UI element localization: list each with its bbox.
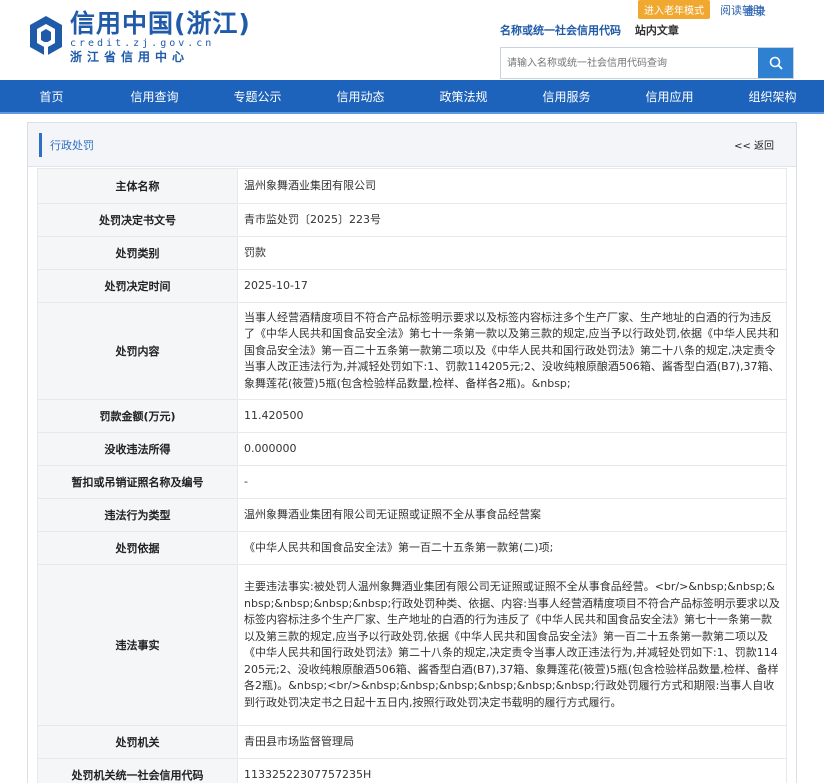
search-scope-links: 名称或统一社会信用代码 站内文章 (500, 22, 679, 38)
search-scope-site-article[interactable]: 站内文章 (635, 24, 679, 37)
table-row: 处罚内容 当事人经营酒精度项目不符合产品标签明示要求以及标签内容标注多个生产厂家… (37, 302, 787, 400)
logo-center-name: 浙江省信用中心 (70, 50, 190, 64)
nav-organization[interactable]: 组织架构 (721, 80, 824, 112)
table-row: 违法行为类型 温州象舞酒业集团有限公司无证照或证照不全从事食品经营案 (37, 498, 787, 532)
table-row: 主体名称 温州象舞酒业集团有限公司 (37, 168, 787, 204)
main-nav: 首页 信用查询 专题公示 信用动态 政策法规 信用服务 信用应用 组织架构 (0, 80, 824, 114)
panel-header: 行政处罚 << 返回 (28, 123, 796, 167)
row-value: 11.420500 (237, 399, 787, 433)
row-value: 11332522307757235H (237, 758, 787, 783)
row-label: 处罚决定时间 (37, 269, 238, 303)
row-label: 处罚机关统一社会信用代码 (37, 758, 238, 783)
row-value: 《中华人民共和国食品安全法》第一百二十五条第一款第(二)项; (237, 531, 787, 565)
penalty-detail-table: 主体名称 温州象舞酒业集团有限公司 处罚决定书文号 青市监处罚〔2025〕223… (37, 168, 787, 783)
top-links: 进入老年模式 阅读辅助 登录 (638, 0, 766, 19)
table-row: 处罚依据 《中华人民共和国食品安全法》第一百二十五条第一款第(二)项; (37, 531, 787, 565)
row-label: 违法事实 (37, 564, 238, 726)
nav-credit-news[interactable]: 信用动态 (309, 80, 412, 112)
logo-domain: credit.zj.gov.cn (70, 38, 215, 49)
search-input[interactable] (501, 48, 758, 78)
nav-special-notice[interactable]: 专题公示 (206, 80, 309, 112)
search-icon (769, 56, 783, 70)
table-row: 处罚机关统一社会信用代码 11332522307757235H (37, 758, 787, 783)
nav-home[interactable]: 首页 (0, 80, 103, 112)
table-row: 暂扣或吊销证照名称及编号 - (37, 465, 787, 499)
row-value: 当事人经营酒精度项目不符合产品标签明示要求以及标签内容标注多个生产厂家、生产地址… (237, 302, 787, 400)
row-value: 青市监处罚〔2025〕223号 (237, 203, 787, 237)
table-row: 没收违法所得 0.000000 (37, 432, 787, 466)
table-row: 处罚决定时间 2025-10-17 (37, 269, 787, 303)
row-label: 处罚内容 (37, 302, 238, 400)
nav-credit-service[interactable]: 信用服务 (515, 80, 618, 112)
table-row: 罚款金额(万元) 11.420500 (37, 399, 787, 433)
search-box (500, 47, 794, 79)
row-value: 青田县市场监督管理局 (237, 725, 787, 759)
row-value: 0.000000 (237, 432, 787, 466)
table-row: 处罚机关 青田县市场监督管理局 (37, 725, 787, 759)
row-label: 主体名称 (37, 168, 238, 204)
table-row: 违法事实 主要违法事实:被处罚人温州象舞酒业集团有限公司无证照或证照不全从事食品… (37, 564, 787, 726)
row-label: 罚款金额(万元) (37, 399, 238, 433)
row-value: 2025-10-17 (237, 269, 787, 303)
credit-china-logo-icon (30, 16, 62, 56)
site-logo[interactable]: 信用中国(浙江) credit.zj.gov.cn 浙江省信用中心 (28, 10, 251, 64)
search-scope-unified-code[interactable]: 名称或统一社会信用代码 (500, 24, 621, 37)
row-value: 温州象舞酒业集团有限公司无证照或证照不全从事食品经营案 (237, 498, 787, 532)
elder-mode-button[interactable]: 进入老年模式 (638, 0, 710, 19)
table-row: 处罚类别 罚款 (37, 236, 787, 270)
row-value: 罚款 (237, 236, 787, 270)
row-value: 主要违法事实:被处罚人温州象舞酒业集团有限公司无证照或证照不全从事食品经营。<b… (237, 564, 787, 726)
row-value: 温州象舞酒业集团有限公司 (237, 168, 787, 204)
row-label: 处罚机关 (37, 725, 238, 759)
row-value: - (237, 465, 787, 499)
nav-policy[interactable]: 政策法规 (412, 80, 515, 112)
site-header: 信用中国(浙江) credit.zj.gov.cn 浙江省信用中心 进入老年模式… (0, 0, 824, 80)
row-label: 处罚依据 (37, 531, 238, 565)
login-link[interactable]: 登录 (744, 3, 784, 19)
search-button[interactable] (758, 48, 793, 78)
row-label: 处罚决定书文号 (37, 203, 238, 237)
row-label: 没收违法所得 (37, 432, 238, 466)
table-row: 处罚决定书文号 青市监处罚〔2025〕223号 (37, 203, 787, 237)
row-label: 暂扣或吊销证照名称及编号 (37, 465, 238, 499)
row-label: 处罚类别 (37, 236, 238, 270)
nav-credit-query[interactable]: 信用查询 (103, 80, 206, 112)
panel-title: 行政处罚 (50, 139, 94, 152)
back-link[interactable]: << 返回 (734, 137, 774, 152)
row-label: 违法行为类型 (37, 498, 238, 532)
logo-title: 信用中国(浙江) (70, 9, 251, 38)
nav-credit-application[interactable]: 信用应用 (618, 80, 721, 112)
